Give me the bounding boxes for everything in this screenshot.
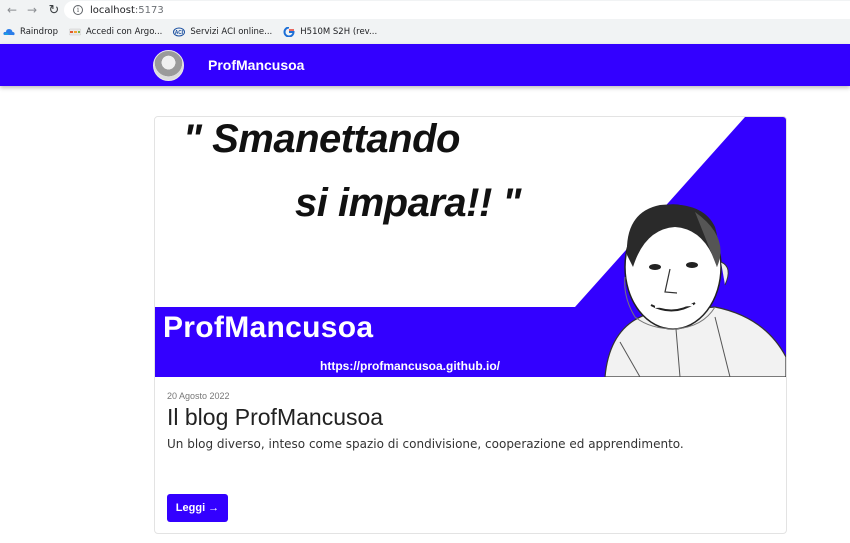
browser-toolbar: ← → ↻ i localhost:5173 <box>0 0 850 20</box>
post-body: 20 Agosto 2022 Il blog ProfMancusoa Un b… <box>155 377 786 451</box>
hero-quote-line2: si impara!! " <box>295 181 521 225</box>
bookmark-aci[interactable]: ACI Servizi ACI online... <box>173 27 272 37</box>
bookmarks-bar: Raindrop Accedi con Argo... ACI Servizi … <box>0 20 850 44</box>
post-date: 20 Agosto 2022 <box>167 391 230 401</box>
hero-url: https://profmancusoa.github.io/ <box>320 359 500 373</box>
bookmark-raindrop[interactable]: Raindrop <box>3 27 58 37</box>
avatar[interactable] <box>153 50 184 81</box>
forward-arrow-icon[interactable]: → <box>24 2 40 18</box>
bookmark-gigabyte[interactable]: H510M S2H (rev... <box>283 27 377 37</box>
info-icon[interactable]: i <box>73 5 83 15</box>
hero-brand: ProfMancusoa <box>163 311 374 344</box>
argo-icon <box>68 28 81 36</box>
post-title[interactable]: Il blog ProfMancusoa <box>167 404 774 431</box>
aci-icon: ACI <box>173 27 186 37</box>
site-brand-link[interactable]: ProfMancusoa <box>208 57 304 73</box>
hero-quote-line1: " Smanettando <box>183 117 460 161</box>
gigabyte-icon <box>283 27 295 37</box>
site-navbar: ProfMancusoa <box>0 44 850 86</box>
post-hero-image[interactable]: " Smanettando si impara!! " ProfMancusoa… <box>155 117 786 377</box>
read-more-button[interactable]: Leggi → <box>167 494 228 522</box>
bookmark-argo[interactable]: Accedi con Argo... <box>68 27 162 37</box>
cloud-icon <box>3 29 15 36</box>
svg-text:ACI: ACI <box>175 30 184 36</box>
back-arrow-icon[interactable]: ← <box>4 2 20 18</box>
address-bar[interactable]: i localhost:5173 <box>64 1 850 19</box>
reload-icon[interactable]: ↻ <box>46 2 62 18</box>
url-text: localhost:5173 <box>90 4 164 16</box>
post-description: Un blog diverso, inteso come spazio di c… <box>167 437 684 451</box>
post-card: " Smanettando si impara!! " ProfMancusoa… <box>154 116 787 534</box>
